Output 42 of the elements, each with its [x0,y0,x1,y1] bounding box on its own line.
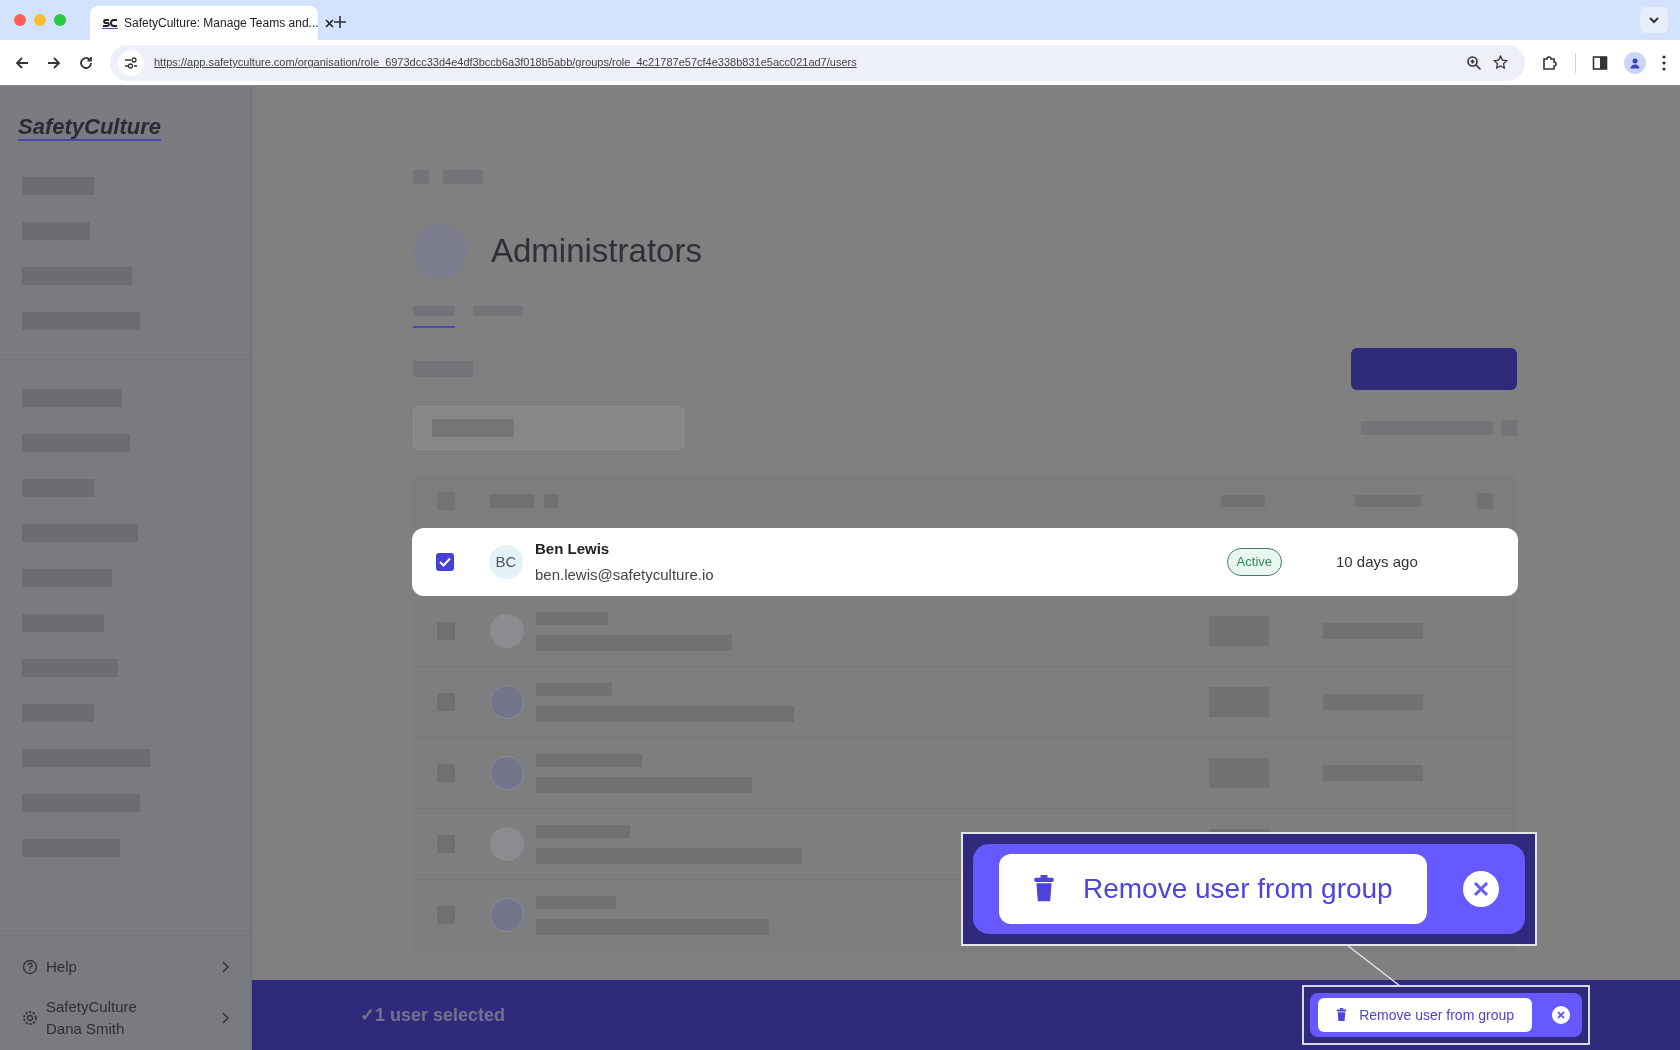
reload-icon[interactable] [78,54,94,71]
address-bar[interactable]: https://app.safetyculture.com/organisation/role_6973dcc33d4e4df3bccb6a3f018b5abb/groups/role_4c21787e57cf4e338b831e5acc021ad7/users [110,44,1525,81]
avatar-placeholder [490,685,524,719]
selection-count: ✓1 user selected [360,1003,506,1027]
tab-title: SafetyCulture: Manage Teams and... [124,15,319,32]
status-badge: Active [1226,548,1282,576]
zoom-icon[interactable] [1466,54,1482,71]
profile-avatar-icon[interactable] [1624,51,1646,74]
close-icon[interactable] [1552,1006,1570,1024]
forward-arrow-icon[interactable] [46,54,62,71]
back-arrow-icon[interactable] [14,54,30,71]
close-icon[interactable] [1462,871,1499,907]
site-logo-icon [102,17,118,29]
avatar-placeholder [490,898,524,932]
row-checkbox[interactable] [436,553,454,571]
selected-user-row[interactable]: BC Ben Lewis ben.lewis@safetyculture.io Active 10 days ago [412,528,1518,596]
remove-user-button[interactable]: Remove user from group [999,854,1427,924]
remove-user-button[interactable]: Remove user from group [1318,998,1532,1032]
tab-list-icon[interactable] [1640,7,1668,33]
trash-icon [1336,1008,1348,1022]
avatar-placeholder [490,756,524,790]
user-name: Dana Smith [46,1019,126,1039]
organization-name: SafetyCulture [46,997,138,1017]
page-title: Administrators [491,231,702,272]
user-name: Ben Lewis [535,538,611,559]
last-active-text: 10 days ago [1336,551,1419,572]
user-initials-avatar: BC [489,545,523,579]
trash-icon [1033,875,1055,903]
chevron-right-icon[interactable] [221,1012,229,1024]
new-tab-icon[interactable] [334,16,346,28]
close-tab-icon[interactable] [324,18,334,28]
extensions-puzzle-icon[interactable] [1541,53,1559,72]
help-icon[interactable] [22,958,38,975]
search-field-placeholder[interactable] [413,406,684,450]
chevron-right-icon[interactable] [221,960,229,973]
more-menu-icon[interactable] [1662,54,1666,71]
tab-placeholder [413,306,455,328]
side-panel-icon[interactable] [1592,54,1608,71]
site-settings-icon[interactable] [118,49,144,76]
gear-icon[interactable] [22,1010,38,1026]
user-email: ben.lewis@safetyculture.io [535,565,715,585]
bookmark-star-icon[interactable] [1492,54,1509,71]
